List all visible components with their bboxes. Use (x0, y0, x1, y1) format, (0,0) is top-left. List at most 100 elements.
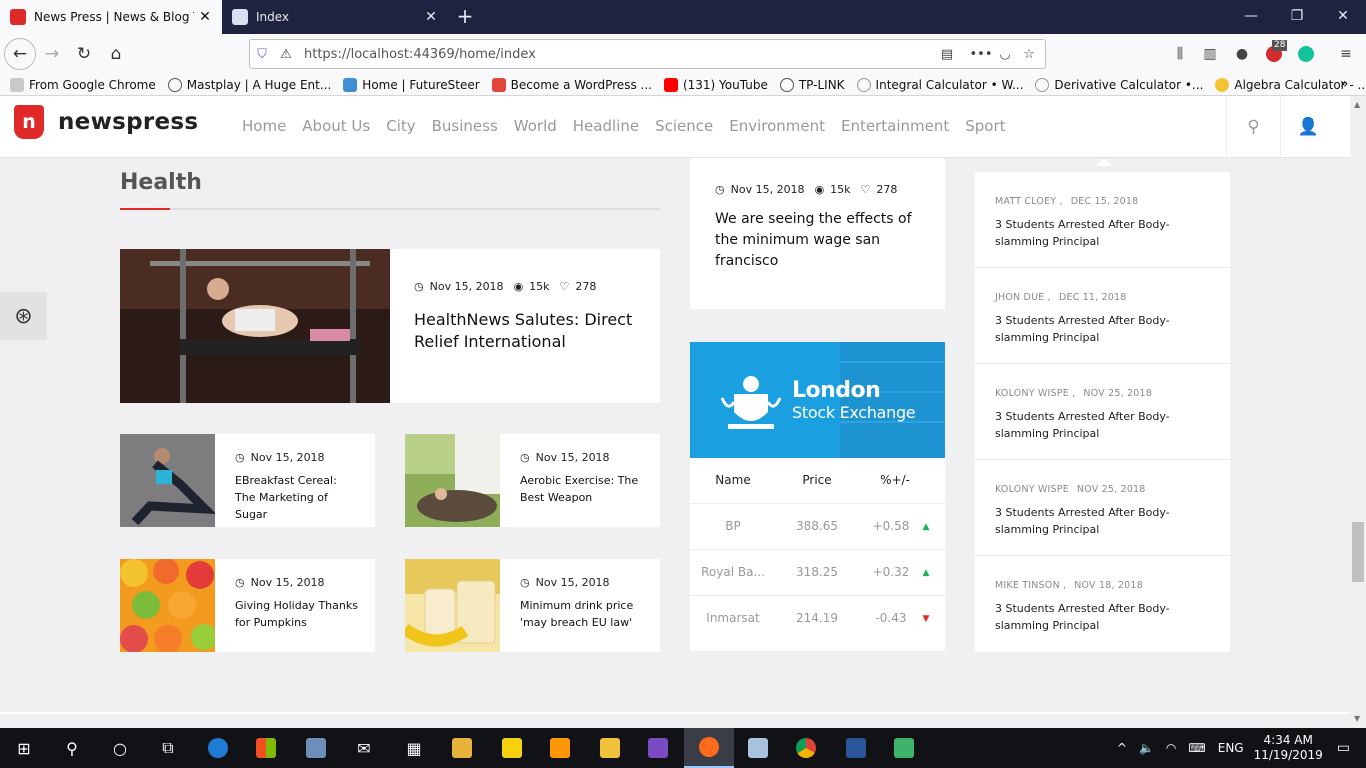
small-post[interactable]: ◷ Nov 15, 2018 Giving Holiday Thanks for… (120, 559, 375, 652)
sublime-app[interactable] (536, 728, 584, 768)
more-bookmarks-icon[interactable]: » (1340, 76, 1349, 92)
nav-sport[interactable]: Sport (965, 117, 1005, 135)
settings-float-button[interactable]: ⊛ (0, 292, 47, 340)
adblock-icon[interactable]: 28 (1262, 40, 1288, 66)
keyboard-icon[interactable]: ⌨ (1188, 741, 1205, 755)
chevron-up-icon[interactable]: ^ (1117, 741, 1127, 755)
sidebar-post[interactable]: MIKE TINSON , NOV 18, 2018 3 Students Arr… (975, 556, 1230, 652)
reload-button[interactable]: ↻ (70, 40, 98, 68)
grammarly-icon[interactable] (1294, 42, 1318, 66)
post-author[interactable]: MIKE TINSON , (995, 580, 1066, 591)
file-explorer-app[interactable] (586, 728, 634, 768)
post-title[interactable]: Minimum drink price 'may breach EU law' (520, 597, 645, 631)
home-button[interactable]: ⌂ (102, 40, 130, 68)
scroll-up-icon[interactable]: ▲ (1354, 100, 1360, 109)
clock[interactable]: 4:34 AM 11/19/2019 (1254, 733, 1323, 763)
bookmark-star-icon[interactable]: ☆ (1017, 47, 1041, 62)
site-logo[interactable]: n newspress (14, 105, 198, 139)
post-author[interactable]: KOLONY WISPE , (995, 388, 1075, 399)
shield-icon[interactable]: ⛉ (250, 47, 274, 62)
mail-app[interactable]: ✉ (340, 728, 388, 768)
post-title[interactable]: Aerobic Exercise: The Best Weapon (520, 472, 645, 506)
word-app[interactable] (832, 728, 880, 768)
nav-environment[interactable]: Environment (729, 117, 825, 135)
address-bar[interactable]: ⛉ ⚠ https://localhost:44369/home/index ▤… (249, 39, 1046, 69)
close-icon[interactable]: ✕ (420, 9, 442, 25)
remote-desktop-app[interactable] (734, 728, 782, 768)
post-title[interactable]: 3 Students Arrested After Body-slamming … (995, 504, 1210, 538)
table-row[interactable]: BP 388.65 +0.58 ▲ (690, 504, 945, 550)
back-button[interactable]: ← (4, 38, 36, 70)
post-title[interactable]: 3 Students Arrested After Body-slamming … (995, 216, 1210, 250)
stock-exchange-banner[interactable]: London Stock Exchange (690, 342, 945, 458)
sidebar-post[interactable]: MATT CLOEY , DEC 15, 2018 3 Students Arre… (975, 172, 1230, 268)
visual-studio-app[interactable] (634, 728, 682, 768)
middle-post[interactable]: ◷ Nov 15, 2018 ◉ 15k ♡ 278 We are seeing… (690, 158, 945, 309)
lock-warning-icon[interactable]: ⚠ (274, 47, 298, 62)
search-button[interactable]: ⚲ (1226, 96, 1280, 158)
sidebar-post[interactable]: JHON DUE , DEC 11, 2018 3 Students Arrest… (975, 268, 1230, 364)
page-scrollbar[interactable]: ▲ ▼ (1350, 96, 1366, 728)
bookmark-item[interactable]: Become a WordPress ... (491, 77, 652, 92)
nav-about-us[interactable]: About Us (302, 117, 370, 135)
nav-science[interactable]: Science (655, 117, 713, 135)
media-player-app[interactable] (488, 728, 536, 768)
edge-app[interactable] (194, 728, 242, 768)
sidebar-post[interactable]: KOLONY WISPE , NOV 25, 2018 3 Students Ar… (975, 364, 1230, 460)
small-post[interactable]: ◷ Nov 15, 2018 Aerobic Exercise: The Bes… (405, 434, 660, 527)
small-post[interactable]: ◷ Nov 15, 2018 Minimum drink price 'may … (405, 559, 660, 652)
reader-view-icon[interactable]: ▤ (935, 47, 959, 62)
post-author[interactable]: MATT CLOEY , (995, 196, 1063, 207)
post-title[interactable]: HealthNews Salutes: Direct Relief Intern… (414, 309, 639, 353)
scrollbar-thumb[interactable] (1352, 522, 1364, 582)
notification-icon[interactable]: ▭ (1337, 740, 1350, 756)
3d-viewer-app[interactable] (438, 728, 486, 768)
window-close-button[interactable]: ✕ (1320, 0, 1366, 34)
post-author[interactable]: KOLONY WISPE (995, 484, 1069, 495)
bookmark-item[interactable]: Derivative Calculator •... (1035, 77, 1203, 92)
bookmark-item[interactable]: From Google Chrome (10, 77, 156, 92)
language-indicator[interactable]: ENG (1218, 741, 1244, 755)
firefox-app[interactable] (684, 728, 734, 768)
scroll-down-icon[interactable]: ▼ (1354, 714, 1360, 723)
table-row[interactable]: Royal Ba... 318.25 +0.32 ▲ (690, 550, 945, 596)
post-title[interactable]: We are seeing the effects of the minimum… (715, 209, 920, 272)
tab-news-press[interactable]: News Press | News & Blog Temp ✕ (0, 0, 222, 34)
nav-headline[interactable]: Headline (573, 117, 639, 135)
calculator-app[interactable]: ▦ (390, 728, 438, 768)
wifi-icon[interactable]: ◠ (1166, 741, 1176, 755)
url-text[interactable]: https://localhost:44369/home/index (304, 47, 935, 62)
forward-button[interactable]: → (38, 40, 66, 68)
task-view-button[interactable]: ⧉ (144, 728, 192, 768)
control-panel-app[interactable] (292, 728, 340, 768)
user-button[interactable]: 👤 (1280, 96, 1336, 158)
start-button[interactable]: ⊞ (0, 728, 48, 768)
post-title[interactable]: Giving Holiday Thanks for Pumpkins (235, 597, 360, 631)
small-post[interactable]: ◷ Nov 15, 2018 EBreakfast Cereal: The Ma… (120, 434, 375, 527)
new-tab-button[interactable]: + (452, 4, 478, 30)
library-icon[interactable]: ⫼ (1168, 42, 1192, 66)
nav-world[interactable]: World (514, 117, 557, 135)
search-button[interactable]: ⚲ (48, 728, 96, 768)
table-row[interactable]: Inmarsat 214.19 -0.43 ▼ (690, 596, 945, 642)
menu-icon[interactable]: ≡ (1334, 42, 1358, 66)
nav-entertainment[interactable]: Entertainment (841, 117, 949, 135)
minimize-button[interactable]: — (1228, 0, 1274, 34)
post-title[interactable]: 3 Students Arrested After Body-slamming … (995, 312, 1210, 346)
post-author[interactable]: JHON DUE , (995, 292, 1051, 303)
restore-button[interactable]: ❐ (1274, 0, 1320, 34)
close-icon[interactable]: ✕ (194, 9, 216, 25)
tab-index[interactable]: Index ✕ (222, 0, 448, 34)
bookmark-item[interactable]: Mastplay | A Huge Ent... (167, 77, 331, 92)
bookmark-item[interactable]: TP-LINK (779, 77, 845, 92)
bookmark-item[interactable]: Integral Calculator • W... (856, 77, 1023, 92)
post-title[interactable]: 3 Students Arrested After Body-slamming … (995, 408, 1210, 442)
post-title[interactable]: 3 Students Arrested After Body-slamming … (995, 600, 1210, 634)
volume-icon[interactable]: 🔈 (1139, 741, 1154, 755)
account-icon[interactable]: ● (1230, 42, 1254, 66)
nav-home[interactable]: Home (242, 117, 286, 135)
featured-post[interactable]: ◷ Nov 15, 2018 ◉ 15k ♡ 278 HealthNews Sa… (120, 249, 660, 403)
store-app[interactable] (242, 728, 290, 768)
sidebar-icon[interactable]: ▥ (1198, 42, 1222, 66)
post-title[interactable]: EBreakfast Cereal: The Marketing of Suga… (235, 472, 360, 523)
